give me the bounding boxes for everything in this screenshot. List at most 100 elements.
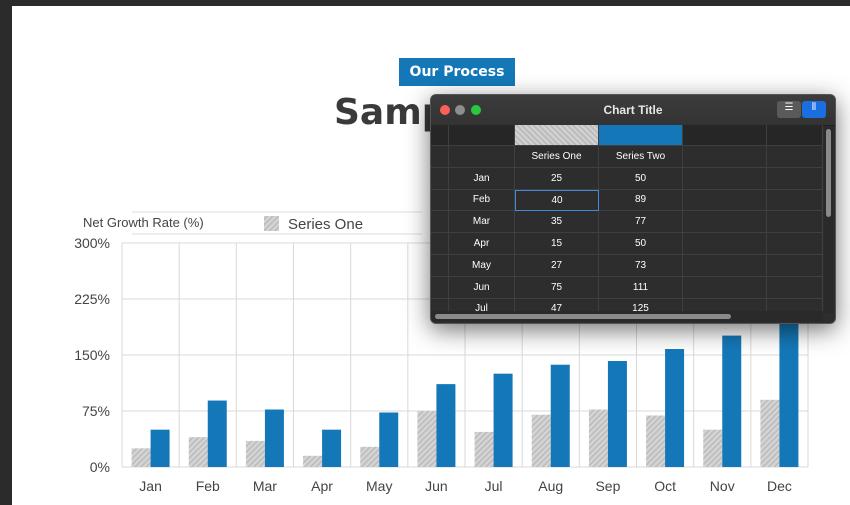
grid-empty-cell[interactable]: [683, 146, 767, 168]
series-one-header[interactable]: Series One: [515, 146, 599, 168]
x-tick-label: May: [366, 478, 392, 494]
grid-empty-cell[interactable]: [683, 276, 767, 299]
cell-series-two-feb[interactable]: 89: [599, 189, 683, 212]
row-label-feb[interactable]: Feb: [449, 189, 515, 212]
bar-series-one-sep[interactable]: [588, 409, 608, 467]
legend-label-series-one: Series One: [288, 216, 363, 233]
grid-header-cell: [683, 125, 767, 146]
grid-empty-cell[interactable]: [683, 189, 767, 212]
bar-series-one-feb[interactable]: [188, 437, 208, 467]
bar-series-one-jul[interactable]: [474, 431, 494, 467]
row-label-mar[interactable]: Mar: [449, 211, 515, 234]
x-tick-label: Jan: [139, 478, 162, 494]
x-tick-label: Jun: [425, 478, 448, 494]
grid-empty-cell[interactable]: [767, 167, 823, 190]
vertical-scrollbar[interactable]: [824, 127, 833, 313]
bar-series-two-jan[interactable]: [150, 429, 170, 467]
bar-series-two-may[interactable]: [379, 412, 399, 467]
horizontal-scrollbar[interactable]: [431, 311, 823, 322]
cell-series-one-apr[interactable]: 15: [515, 233, 599, 255]
vertical-scroll-thumb[interactable]: [826, 129, 831, 217]
row-label-apr[interactable]: Apr: [449, 233, 515, 255]
cell-series-one-mar[interactable]: 35: [515, 211, 599, 234]
cell-series-one-feb[interactable]: 40: [515, 189, 599, 212]
series-one-color-swatch[interactable]: [515, 125, 599, 146]
bar-series-two-apr[interactable]: [322, 429, 342, 467]
y-tick-label: 0%: [90, 459, 110, 475]
grid-empty-cell[interactable]: [767, 276, 823, 299]
bar-series-two-jun[interactable]: [436, 384, 456, 467]
x-tick-label: Oct: [654, 478, 676, 494]
window-titlebar[interactable]: Chart Title ☰ ⦀: [431, 95, 835, 126]
grid-empty-cell: [431, 276, 449, 299]
bar-series-one-dec[interactable]: [760, 399, 780, 467]
bar-series-one-aug[interactable]: [531, 414, 551, 467]
bar-series-one-apr[interactable]: [303, 455, 323, 467]
y-tick-label: 150%: [74, 347, 110, 363]
bar-series-one-mar[interactable]: [245, 440, 265, 467]
bar-series-two-sep[interactable]: [607, 360, 627, 467]
row-label-jan[interactable]: Jan: [449, 167, 515, 190]
grid-empty-cell[interactable]: [683, 211, 767, 234]
cell-series-two-jan[interactable]: 50: [599, 167, 683, 190]
grid-empty-cell: [431, 298, 449, 311]
legend-swatch-series-one: [264, 216, 279, 231]
columns-icon: ⦀: [811, 102, 817, 113]
row-label-may[interactable]: May: [449, 255, 515, 277]
chart-data-window[interactable]: Chart Title ☰ ⦀ Series One Series Two Jan 2…: [430, 94, 836, 324]
bar-series-two-aug[interactable]: [550, 364, 570, 467]
grid-empty-cell[interactable]: [767, 189, 823, 212]
bar-series-two-feb[interactable]: [207, 400, 227, 467]
cell-series-two-apr[interactable]: 50: [599, 233, 683, 255]
bar-series-two-oct[interactable]: [665, 349, 685, 467]
bar-series-one-may[interactable]: [360, 446, 380, 467]
cell-series-two-jun[interactable]: 111: [599, 276, 683, 299]
x-tick-label: Dec: [767, 478, 792, 494]
bar-series-one-jun[interactable]: [417, 411, 437, 467]
cell-series-one-jun[interactable]: 75: [515, 276, 599, 299]
cell-series-one-jul[interactable]: 47: [515, 298, 599, 311]
bar-series-two-jul[interactable]: [493, 373, 513, 467]
grid-empty-cell[interactable]: [683, 255, 767, 277]
grid-empty-cell[interactable]: [683, 233, 767, 255]
row-label-jul[interactable]: Jul: [449, 298, 515, 311]
column-view-button[interactable]: ⦀: [802, 101, 826, 118]
grid-empty-cell[interactable]: [767, 298, 823, 311]
grid-empty-cell[interactable]: [683, 298, 767, 311]
cell-series-one-jan[interactable]: 25: [515, 167, 599, 190]
data-grid[interactable]: Series One Series Two Jan 25 50 Feb 40 89 Mar 35 7…: [431, 125, 823, 311]
grid-empty-cell[interactable]: [767, 146, 823, 168]
x-tick-label: Apr: [311, 478, 333, 494]
bar-series-two-nov[interactable]: [722, 335, 742, 467]
series-two-header[interactable]: Series Two: [599, 146, 683, 168]
grid-header-cell: [767, 125, 823, 146]
x-tick-label: Aug: [538, 478, 563, 494]
grid-empty-cell: [431, 211, 449, 234]
list-icon: ☰: [784, 102, 794, 113]
grid-empty-cell: [431, 233, 449, 255]
list-view-button[interactable]: ☰: [777, 101, 801, 118]
cell-series-two-mar[interactable]: 77: [599, 211, 683, 234]
grid-empty-cell[interactable]: [767, 211, 823, 234]
bar-series-one-oct[interactable]: [646, 415, 666, 467]
grid-empty-cell[interactable]: [767, 233, 823, 255]
cell-series-one-may[interactable]: 27: [515, 255, 599, 277]
y-tick-label: 225%: [74, 291, 110, 307]
series-two-color-swatch[interactable]: [599, 125, 683, 146]
bar-series-one-jan[interactable]: [131, 448, 151, 467]
bar-series-one-nov[interactable]: [703, 429, 723, 467]
grid-empty-cell[interactable]: [449, 146, 515, 168]
grid-header-cell: [449, 125, 515, 146]
cell-series-two-jul[interactable]: 125: [599, 298, 683, 311]
x-tick-label: Feb: [196, 478, 220, 494]
horizontal-scroll-thumb[interactable]: [435, 314, 731, 319]
bar-series-two-mar[interactable]: [264, 409, 284, 467]
cell-series-two-may[interactable]: 73: [599, 255, 683, 277]
row-label-jun[interactable]: Jun: [449, 276, 515, 299]
bar-series-two-dec[interactable]: [779, 317, 799, 467]
grid-empty-cell: [431, 167, 449, 190]
grid-empty-cell[interactable]: [683, 167, 767, 190]
grid-empty-cell[interactable]: [767, 255, 823, 277]
y-axis-label: Net Growth Rate (%): [83, 215, 204, 230]
y-tick-label: 300%: [74, 235, 110, 251]
